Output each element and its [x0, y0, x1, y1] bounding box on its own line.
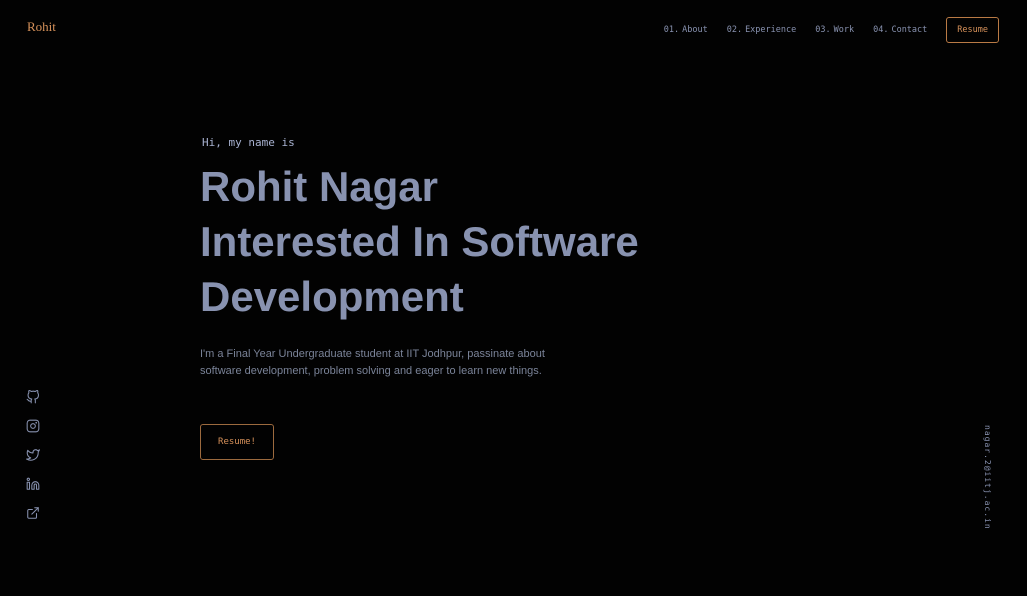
hero-section: Hi, my name is Rohit Nagar Interested In…	[200, 136, 720, 390]
email-link[interactable]: nagar.2@iitj.ac.in	[983, 425, 992, 530]
linkedin-icon[interactable]	[26, 477, 40, 491]
nav-label: About	[682, 25, 708, 35]
nav-number: 01.	[663, 25, 680, 35]
logo[interactable]: Rohit	[27, 19, 56, 35]
nav-label: Work	[833, 25, 855, 35]
instagram-icon[interactable]	[26, 419, 40, 433]
nav-contact[interactable]: 04. Contact	[873, 25, 927, 35]
nav-label: Experience	[745, 25, 797, 35]
twitter-icon[interactable]	[26, 448, 40, 462]
nav-number: 02.	[726, 25, 743, 35]
nav-label: Contact	[891, 25, 928, 35]
nav-experience[interactable]: 02. Experience	[727, 25, 797, 35]
hero-tagline-line1: Interested In Software	[200, 218, 639, 265]
hero-bio: I'm a Final Year Undergraduate student a…	[200, 348, 545, 377]
external-link-icon[interactable]	[26, 506, 40, 520]
hero-heading: Rohit Nagar Interested In Software Devel…	[200, 159, 720, 324]
hero-tagline-line2: Development	[200, 273, 464, 320]
resume-button[interactable]: Resume!	[200, 424, 274, 460]
github-icon[interactable]	[26, 390, 40, 404]
nav-about[interactable]: 01. About	[664, 25, 708, 35]
nav-resume-button[interactable]: Resume	[946, 17, 999, 43]
hero-name: Rohit Nagar	[200, 163, 439, 210]
greeting: Hi, my name is	[202, 136, 295, 149]
nav-number: 03.	[815, 25, 831, 35]
nav-number: 04.	[873, 25, 889, 35]
social-links	[26, 390, 40, 535]
top-nav: 01. About 02. Experience 03. Work 04. Co…	[664, 17, 999, 43]
nav-work[interactable]: 03. Work	[815, 25, 854, 35]
